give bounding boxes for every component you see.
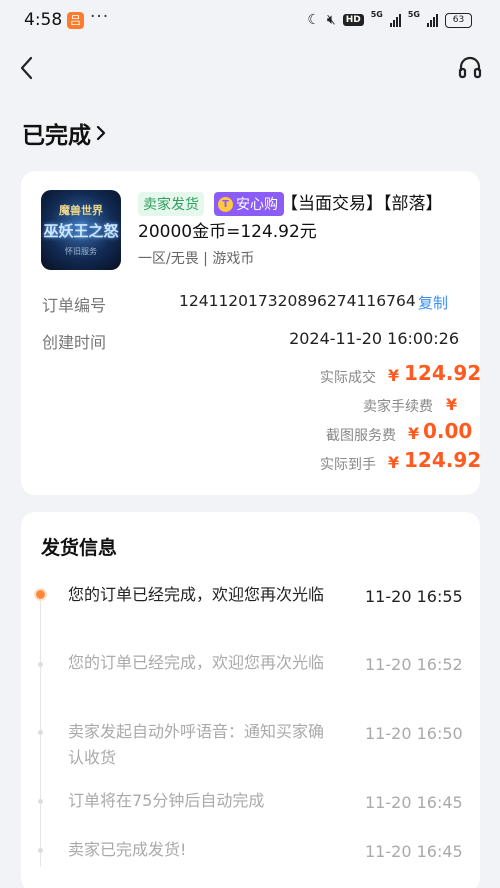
timeline-event-time: 11-20 16:52: [365, 655, 463, 674]
safe-purchase-tag: T 安心购: [214, 192, 284, 216]
timeline-dot-active: [36, 590, 45, 599]
status-icons: ☾ 🔇︎ HD 5G 5G 63: [307, 11, 472, 29]
shipping-title: 发货信息: [41, 537, 118, 559]
safe-purchase-label: 安心购: [236, 197, 278, 213]
shipping-card: 发货信息 您的订单已经完成，欢迎您再次光临 11-20 16:55 您的订单已经…: [21, 512, 480, 888]
page-title-text: 已完成: [22, 123, 91, 149]
timeline-dot: [38, 799, 43, 804]
thumbnail-text-3: 怀旧服务: [65, 247, 97, 256]
mute-icon: 🔇︎: [326, 12, 336, 28]
fee-label: 截图服务费: [326, 428, 396, 444]
seller-ship-tag: 卖家发货: [138, 192, 204, 216]
timeline-dot: [38, 730, 43, 735]
order-no-label: 订单编号: [42, 296, 107, 315]
back-button[interactable]: [16, 54, 40, 82]
timeline-dot: [38, 662, 43, 667]
status-bar: 4:58 吕 ··· ☾ 🔇︎ HD 5G 5G 63: [0, 0, 500, 44]
fee-currency: ¥: [388, 453, 400, 472]
timeline-event-text: 卖家发起自动外呼语音：通知买家确认收货: [68, 722, 325, 767]
product-subtitle: 一区/无畏 | 游戏币: [138, 251, 255, 267]
fee-currency: ¥: [446, 395, 458, 414]
timeline-event-text: 卖家已完成发货!: [68, 840, 187, 859]
timeline-dot: [38, 848, 43, 853]
fee-label: 实际成交: [320, 370, 376, 386]
order-card: 魔兽世界 巫妖王之怒 怀旧服务 【当面交易】【部落】20000金币=124.92…: [21, 171, 482, 495]
status-time: 4:58: [24, 10, 63, 30]
timeline-event-text: 您的订单已经完成，欢迎您再次光临: [68, 653, 325, 672]
order-no-value: 12411201732089627411​6764: [179, 292, 416, 310]
thumbnail-text-2: 巫妖王之怒: [43, 222, 119, 240]
signal-icon-2: [427, 13, 438, 27]
timeline-event-time: 11-20 16:45: [365, 842, 463, 861]
fee-amount: 124.92: [404, 361, 482, 385]
customer-service-button[interactable]: [456, 54, 484, 82]
fee-label: 实际到手: [320, 457, 376, 473]
thumbnail-text-1: 魔兽世界: [59, 204, 103, 217]
timeline-event-time: 11-20 16:50: [365, 724, 463, 743]
network-5g-label: 5G: [370, 10, 383, 19]
shield-t-icon: T: [218, 196, 233, 212]
fee-amount: 0.00: [423, 419, 473, 443]
copy-button[interactable]: 复制: [418, 292, 448, 313]
created-time-label: 创建时间: [42, 333, 107, 352]
created-time-value: 2024-11-20 16:00:26: [289, 329, 459, 348]
chevron-right-icon: [96, 125, 106, 141]
headset-icon: [458, 56, 482, 79]
signal-icon: [389, 13, 401, 27]
timeline-event-time: 11-20 16:55: [365, 587, 463, 606]
page-title[interactable]: 已完成: [22, 116, 107, 150]
fee-currency: ¥: [388, 366, 400, 385]
app-notification-icon: 吕: [67, 12, 84, 29]
moon-icon: ☾: [307, 12, 320, 28]
timeline-event-text: 您的订单已经完成，欢迎您再次光临: [68, 585, 325, 604]
more-notifications-icon: ···: [90, 7, 110, 27]
fee-currency: ¥: [408, 424, 420, 443]
timeline-event-time: 11-20 16:45: [365, 793, 463, 812]
fee-amount: 124.92: [404, 448, 482, 472]
timeline-event-text: 订单将在75分钟后自动完成: [68, 791, 265, 810]
product-thumbnail[interactable]: 魔兽世界 巫妖王之怒 怀旧服务: [41, 190, 121, 270]
fee-label: 卖家手续费: [363, 399, 433, 415]
hd-icon: HD: [342, 14, 364, 26]
network-5g-label-2: 5G: [407, 10, 420, 19]
battery-icon: 63: [445, 12, 472, 28]
chevron-left-icon: [20, 56, 33, 80]
